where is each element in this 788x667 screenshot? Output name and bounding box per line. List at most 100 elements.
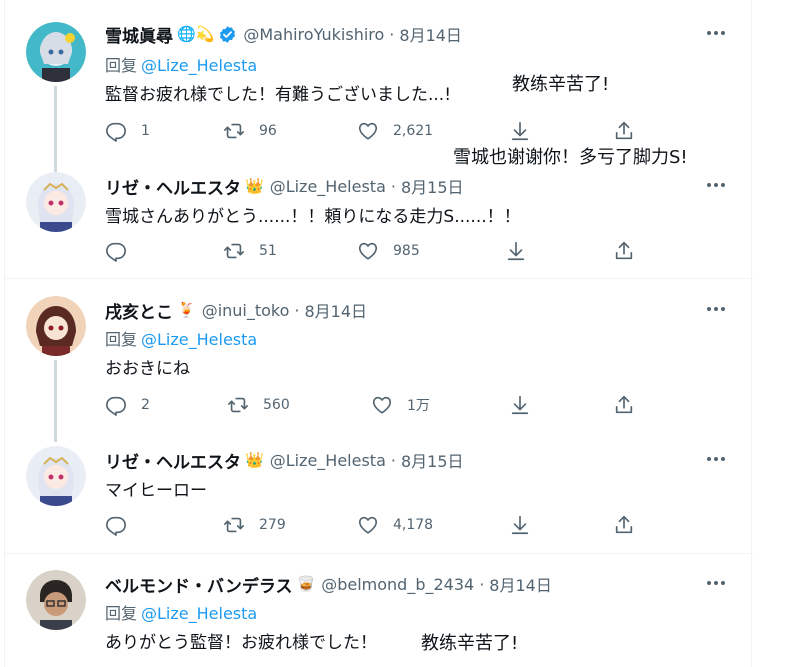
tweet-header: 戌亥とこ 🍹 @inui_toko · 8月14日 (105, 296, 367, 324)
annotation-caption: 雪城也谢谢你！多亏了脚力S! (453, 147, 688, 168)
download-icon (509, 120, 531, 142)
more-options-icon[interactable] (705, 572, 727, 594)
reply-to-link[interactable]: @Lize_Helesta (141, 330, 257, 349)
reply-icon (105, 514, 127, 536)
heart-icon (357, 514, 379, 536)
retweet-button[interactable]: 560 (227, 394, 290, 416)
share-icon (613, 394, 635, 416)
tweet-actions: 51 985 (105, 240, 645, 264)
user-handle[interactable]: @MahiroYukishiro (243, 25, 384, 44)
download-icon (509, 514, 531, 536)
reply-label: 回复 (105, 330, 138, 349)
retweet-button[interactable]: 51 (223, 240, 277, 262)
retweet-count: 51 (259, 243, 277, 259)
like-count: 985 (393, 243, 420, 259)
avatar[interactable] (26, 22, 86, 82)
retweet-count: 96 (259, 123, 277, 139)
user-handle[interactable]: @Lize_Helesta (270, 177, 386, 196)
separator-dot: · (294, 300, 300, 320)
retweet-count: 560 (263, 397, 290, 413)
share-icon (613, 514, 635, 536)
share-button[interactable] (613, 120, 635, 142)
like-button[interactable]: 2,621 (357, 120, 433, 142)
annotation-caption: 教练辛苦了! (512, 74, 610, 95)
tweet-text: おおきにね (105, 359, 190, 379)
tweet-date[interactable]: 8月14日 (489, 572, 552, 596)
reply-to-link[interactable]: @Lize_Helesta (141, 604, 257, 623)
avatar[interactable] (26, 570, 86, 630)
name-emoji: 👑 (245, 176, 264, 195)
user-handle[interactable]: @Lize_Helesta (270, 451, 386, 470)
divider (5, 278, 753, 279)
tweet-date[interactable]: 8月14日 (399, 22, 462, 46)
like-button[interactable]: 4,178 (357, 514, 433, 536)
thread-line (54, 360, 57, 442)
reply-label: 回复 (105, 604, 138, 623)
more-options-icon[interactable] (705, 22, 727, 44)
display-name[interactable]: リゼ・ヘルエスタ (105, 448, 241, 473)
reply-button[interactable]: 2 (105, 394, 150, 416)
tweet-header: リゼ・ヘルエスタ 👑 @Lize_Helesta · 8月15日 (105, 172, 464, 200)
reply-count: 2 (141, 397, 150, 413)
tweet-date[interactable]: 8月14日 (305, 298, 368, 322)
display-name[interactable]: 戌亥とこ (105, 298, 173, 323)
download-button[interactable] (509, 120, 531, 142)
user-handle[interactable]: @belmond_b_2434 (321, 575, 474, 594)
name-emoji: 🌐💫 (177, 24, 215, 43)
more-options-icon[interactable] (705, 298, 727, 320)
more-options-icon[interactable] (705, 448, 727, 470)
display-name[interactable]: リゼ・ヘルエスタ (105, 174, 241, 199)
like-count: 1万 (407, 398, 430, 414)
like-button[interactable]: 985 (357, 240, 420, 262)
reply-icon (105, 120, 127, 142)
name-emoji: 🍹 (177, 300, 196, 319)
share-button[interactable] (613, 514, 635, 536)
retweet-button[interactable]: 279 (223, 514, 286, 536)
reply-button[interactable] (105, 514, 127, 536)
avatar[interactable] (26, 172, 86, 232)
download-button[interactable] (509, 514, 531, 536)
download-button[interactable] (505, 240, 527, 262)
tweet-date[interactable]: 8月15日 (401, 448, 464, 472)
avatar[interactable] (26, 296, 86, 356)
reply-context: 回复 @Lize_Helesta (105, 326, 257, 350)
retweet-count: 279 (259, 517, 286, 533)
like-button[interactable]: 1万 (371, 394, 430, 416)
reply-count: 1 (141, 123, 150, 139)
retweet-icon (223, 514, 245, 536)
more-options-icon[interactable] (705, 174, 727, 196)
reply-label: 回复 (105, 56, 138, 75)
name-emoji: 🥃 (296, 574, 316, 593)
tweet-header: リゼ・ヘルエスタ 👑 @Lize_Helesta · 8月15日 (105, 446, 464, 474)
download-icon (505, 240, 527, 262)
tweet-feed: 雪城眞尋 🌐💫 @MahiroYukishiro · 8月14日 回复 @Lize… (4, 0, 753, 667)
tweet-actions: 1 96 2,621 (105, 120, 645, 144)
reply-context: 回复 @Lize_Helesta (105, 52, 257, 76)
tweet-header: 雪城眞尋 🌐💫 @MahiroYukishiro · 8月14日 (105, 20, 462, 48)
reply-icon (105, 240, 127, 262)
reply-context: 回复 @Lize_Helesta (105, 600, 257, 624)
display-name[interactable]: ベルモンド・バンデラス (105, 572, 293, 597)
heart-icon (357, 240, 379, 262)
download-icon (509, 394, 531, 416)
reply-to-link[interactable]: @Lize_Helesta (141, 56, 257, 75)
reply-button[interactable] (105, 240, 127, 262)
retweet-icon (227, 394, 249, 416)
annotation-caption: 教练辛苦了! (421, 633, 519, 654)
tweet-text: 監督お疲れ様でした！有難うございました...! (105, 85, 452, 105)
like-count: 4,178 (393, 517, 434, 533)
user-handle[interactable]: @inui_toko (202, 301, 290, 320)
display-name[interactable]: 雪城眞尋 (105, 22, 173, 47)
like-count: 2,621 (393, 123, 434, 139)
retweet-button[interactable]: 96 (223, 120, 277, 142)
tweet-text: 雪城さんありがとう......！！頼りになる走力S......！！ (105, 207, 521, 227)
separator-dot: · (390, 176, 396, 196)
share-button[interactable] (613, 240, 635, 262)
reply-button[interactable]: 1 (105, 120, 150, 142)
download-button[interactable] (509, 394, 531, 416)
share-button[interactable] (613, 394, 635, 416)
avatar[interactable] (26, 446, 86, 506)
tweet-date[interactable]: 8月15日 (401, 174, 464, 198)
tweet-text: マイヒーロー (105, 481, 207, 501)
tweet-header: ベルモンド・バンデラス 🥃 @belmond_b_2434 · 8月14日 (105, 570, 552, 598)
